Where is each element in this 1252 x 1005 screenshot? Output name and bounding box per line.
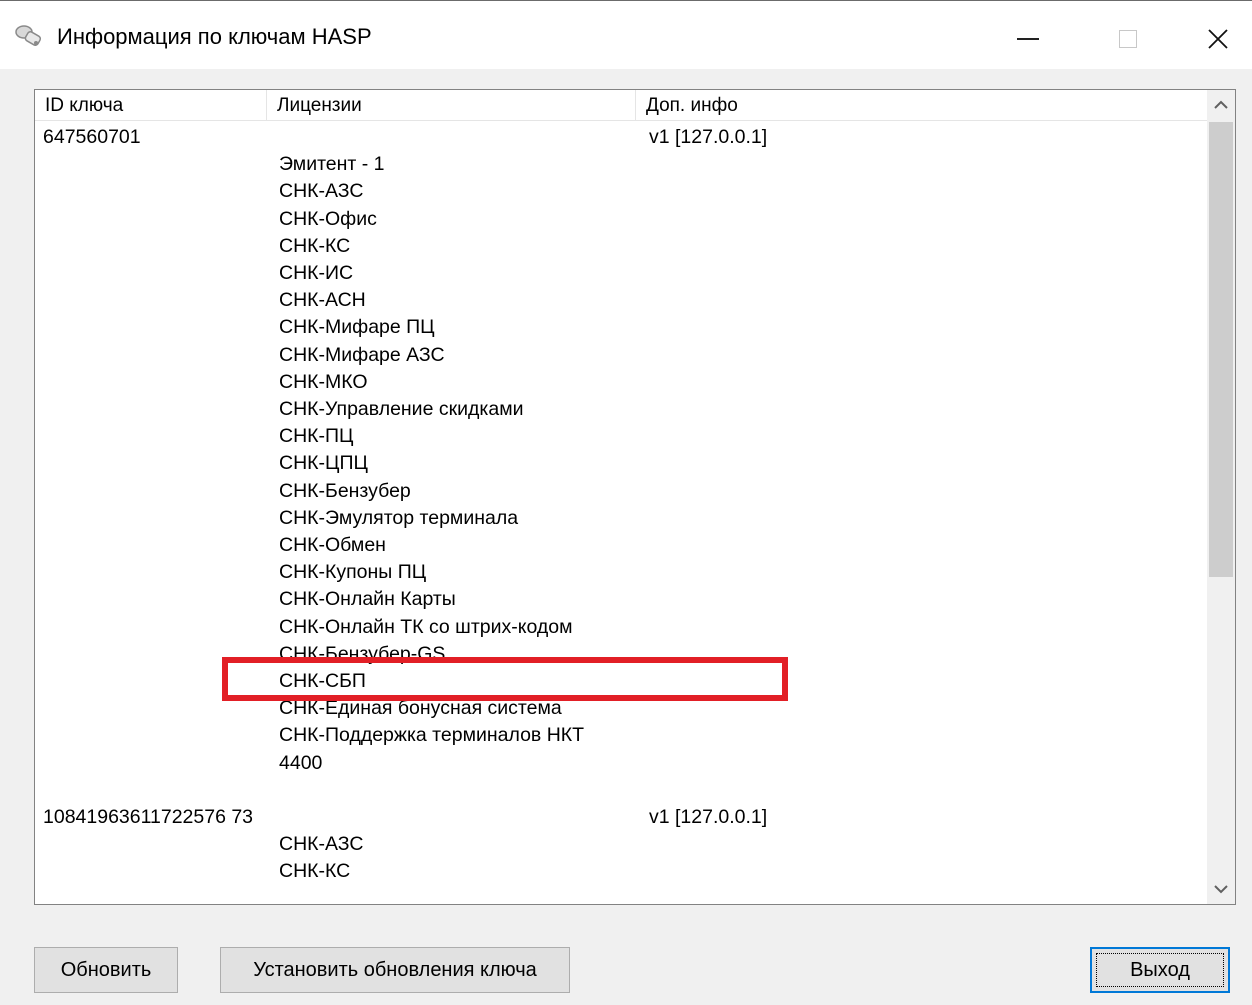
refresh-button[interactable]: Обновить (34, 947, 178, 993)
vertical-scrollbar[interactable] (1207, 90, 1235, 904)
close-button[interactable] (1178, 15, 1252, 63)
license-item: СНК-ПЦ (279, 425, 354, 448)
key-info-cell: v1 [127.0.0.1] (649, 806, 768, 828)
license-item: СНК-Купоны ПЦ (279, 561, 427, 584)
license-item: СНК-Обмен (279, 534, 386, 556)
column-header-key-id[interactable]: ID ключа (35, 90, 267, 120)
close-icon (1208, 29, 1228, 49)
license-item: СНК-Бензубер (279, 479, 411, 502)
scroll-thumb[interactable] (1209, 122, 1233, 577)
hasp-keys-list[interactable]: ID ключа Лицензии Доп. инфо 647560701 v1 … (34, 89, 1236, 905)
minimize-icon (1017, 38, 1039, 40)
license-item: СНК-Мифаре АЗС (279, 343, 445, 366)
license-item: 4400 (279, 751, 323, 774)
license-item: СНК-Эмулятор терминала (279, 506, 519, 529)
license-item: СНК-КС (279, 860, 351, 883)
column-header-info[interactable]: Доп. инфо (636, 90, 1197, 120)
license-item: СНК-Бензубер-GS (279, 642, 446, 665)
license-item: СНК-МКО (279, 370, 368, 393)
scroll-up-arrow[interactable] (1207, 90, 1235, 120)
list-header: ID ключа Лицензии Доп. инфо (35, 90, 1207, 121)
scroll-down-arrow[interactable] (1207, 874, 1235, 904)
license-item: СНК-Онлайн Карты (279, 588, 456, 611)
focus-rectangle (1096, 953, 1224, 987)
license-item: СНК-Мифаре ПЦ (279, 316, 435, 339)
license-item: СНК-АЗС (279, 180, 364, 203)
chevron-up-icon (1214, 100, 1228, 109)
window-title: Информация по ключам HASP (57, 24, 372, 49)
license-item: СНК-Поддержка терминалов НКТ (279, 724, 585, 747)
license-item: Эмитент - 1 (279, 153, 385, 176)
license-item: СНК-ЦПЦ (279, 452, 368, 475)
exit-button[interactable]: Выход (1090, 947, 1230, 993)
license-item: СНК-Онлайн ТК со штрих-кодом (279, 615, 573, 638)
license-item: СНК-АЗС (279, 833, 364, 856)
license-item: СНК-Управление скидками (279, 398, 524, 420)
key-id-cell[interactable]: 647560701 (43, 124, 141, 151)
maximize-button[interactable] (1088, 15, 1168, 63)
license-item: СНК-КС (279, 234, 351, 257)
license-item: СНК-СБП (279, 670, 366, 692)
key-info-cell: v1 [127.0.0.1] (649, 126, 768, 148)
hasp-key-icon (12, 23, 44, 51)
license-item: СНК-Офис (279, 207, 377, 230)
hasp-info-window: Информация по ключам HASP ID ключа Лицен… (0, 0, 1252, 1005)
license-item: СНК-ИС (279, 262, 354, 284)
column-header-licenses[interactable]: Лицензии (267, 90, 636, 120)
license-item: СНК-Единая бонусная система (279, 697, 562, 720)
minimize-button[interactable] (988, 15, 1068, 63)
maximize-icon (1119, 30, 1137, 48)
title-bar[interactable]: Информация по ключам HASP (0, 1, 1252, 69)
key-id-cell[interactable]: 10841963611722576 73 (43, 804, 253, 831)
chevron-down-icon (1214, 885, 1228, 894)
license-item: СНК-АСН (279, 289, 366, 312)
install-key-updates-button[interactable]: Установить обновления ключа (220, 947, 570, 993)
